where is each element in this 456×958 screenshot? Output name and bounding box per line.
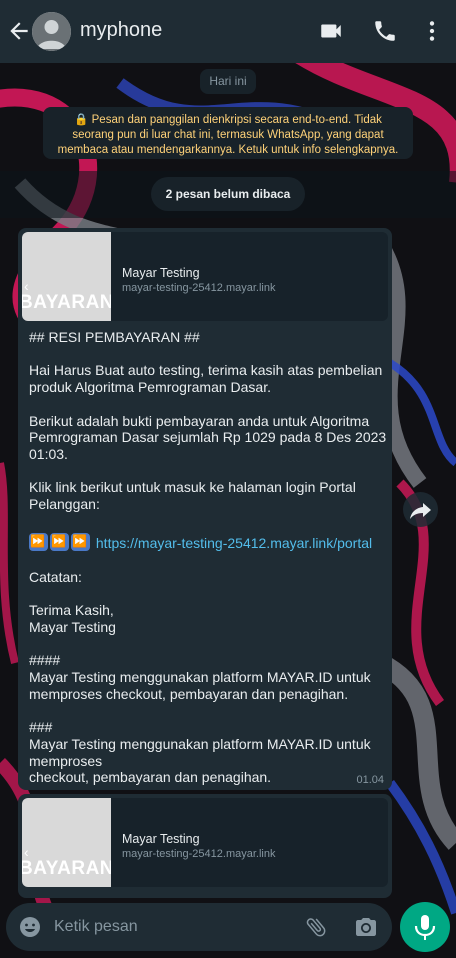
- contact-name[interactable]: myphone: [80, 19, 162, 42]
- emoji-icon[interactable]: [18, 915, 42, 939]
- message-line: Terima Kasih, Mayar Testing: [29, 602, 116, 635]
- voice-record-button[interactable]: [400, 902, 450, 952]
- encryption-notice[interactable]: 🔒 Pesan dan panggilan dienkripsi secara …: [43, 107, 413, 159]
- camera-icon[interactable]: [354, 915, 378, 939]
- message-line: Catatan:: [29, 568, 82, 585]
- link-preview-thumbnail: ‹ BAYARAN: [22, 232, 111, 321]
- encryption-notice-text: Pesan dan panggilan dienkripsi secara en…: [57, 114, 399, 156]
- link-preview[interactable]: ‹ BAYARAN Mayar Testing mayar-testing-25…: [22, 798, 388, 887]
- video-call-icon[interactable]: [318, 18, 344, 44]
- message-composer[interactable]: Ketik pesan: [6, 903, 392, 951]
- back-arrow-icon[interactable]: [6, 18, 32, 44]
- portal-link[interactable]: https://mayar-testing-25412.mayar.link/p…: [96, 535, 372, 551]
- message-bubble[interactable]: ‹ BAYARAN Mayar Testing mayar-testing-25…: [18, 794, 392, 898]
- message-line: #### Mayar Testing menggunakan platform …: [29, 652, 371, 702]
- fast-forward-icon: [29, 533, 48, 552]
- avatar[interactable]: [32, 12, 71, 51]
- message-line: Berikut adalah bukti pembayaran anda unt…: [29, 412, 391, 462]
- link-preview-url: mayar-testing-25412.mayar.link: [122, 848, 276, 860]
- message-line: Hai Harus Buat auto testing, terima kasi…: [29, 362, 387, 396]
- message-input[interactable]: Ketik pesan: [54, 918, 138, 936]
- message-time: 01.04: [356, 774, 384, 786]
- message-line: Klik link berikut untuk masuk ke halaman…: [29, 479, 360, 513]
- thumbnail-text: BAYARAN: [22, 858, 111, 879]
- date-chip: Hari ini: [200, 69, 256, 94]
- thumbnail-text: BAYARAN: [22, 292, 111, 313]
- link-preview-url: mayar-testing-25412.mayar.link: [122, 282, 276, 294]
- forward-icon: [410, 503, 431, 519]
- message-bubble[interactable]: ‹ BAYARAN Mayar Testing mayar-testing-25…: [18, 228, 392, 790]
- avatar-icon: [32, 12, 71, 51]
- fast-forward-icon: [71, 533, 90, 552]
- link-preview[interactable]: ‹ BAYARAN Mayar Testing mayar-testing-25…: [22, 232, 388, 321]
- link-preview-title: Mayar Testing: [122, 832, 200, 846]
- link-preview-title: Mayar Testing: [122, 266, 200, 280]
- message-line: ## RESI PEMBAYARAN ##: [29, 329, 200, 345]
- unread-chip: 2 pesan belum dibaca: [151, 177, 305, 211]
- more-vert-icon[interactable]: [419, 18, 445, 44]
- message-line: ### Mayar Testing menggunakan platform M…: [29, 719, 371, 786]
- message-text: ## RESI PEMBAYARAN ## Hai Harus Buat aut…: [29, 329, 389, 786]
- phone-icon[interactable]: [372, 18, 398, 44]
- mic-icon: [414, 915, 436, 940]
- attach-icon[interactable]: [304, 915, 328, 939]
- link-preview-thumbnail: ‹ BAYARAN: [22, 798, 111, 887]
- chat-header: myphone: [0, 0, 456, 63]
- fast-forward-icon: [50, 533, 69, 552]
- forward-button[interactable]: [403, 492, 438, 527]
- lock-icon: 🔒: [74, 114, 89, 126]
